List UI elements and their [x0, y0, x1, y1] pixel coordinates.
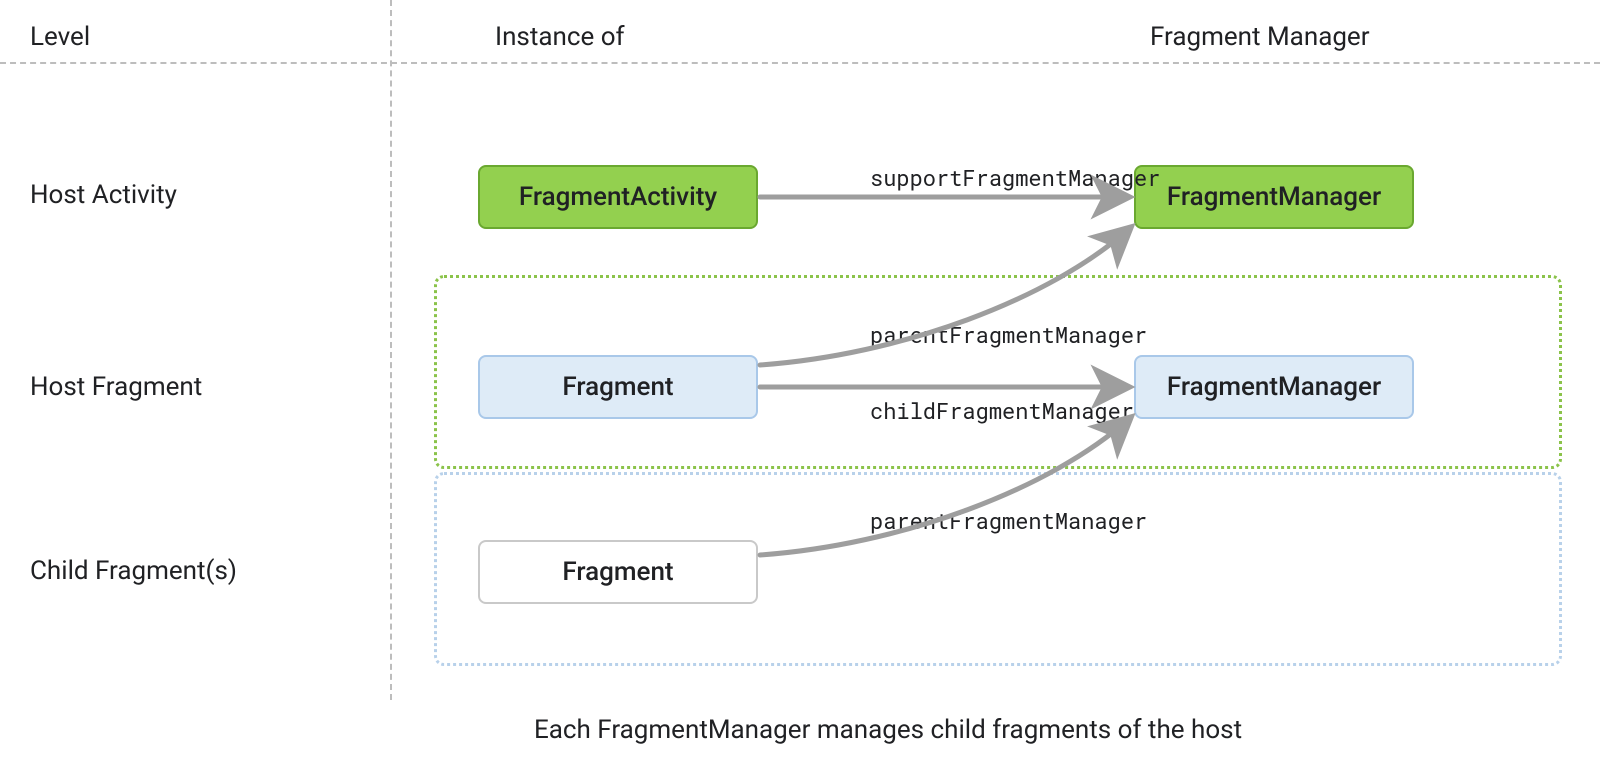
diagram-caption: Each FragmentManager manages child fragm… — [534, 715, 1242, 745]
header-fragment-manager: Fragment Manager — [1150, 22, 1370, 52]
node-host-fragment-manager: FragmentManager — [1134, 355, 1414, 419]
node-child-fragment: Fragment — [478, 540, 758, 604]
edge-label-child-fragment-manager: childFragmentManager — [870, 396, 1134, 425]
edge-label-parent-fragment-manager-1: parentFragmentManager — [870, 320, 1147, 349]
header-level: Level — [30, 22, 90, 52]
node-host-fragment: Fragment — [478, 355, 758, 419]
row-label-host-fragment: Host Fragment — [30, 372, 202, 402]
divider-horizontal — [0, 62, 1600, 64]
node-fragment-activity: FragmentActivity — [478, 165, 758, 229]
node-activity-fragment-manager: FragmentManager — [1134, 165, 1414, 229]
divider-vertical — [390, 0, 392, 700]
diagram-stage: Level Instance of Fragment Manager Host … — [0, 0, 1600, 774]
row-label-host-activity: Host Activity — [30, 180, 177, 210]
header-instance-of: Instance of — [495, 22, 625, 52]
row-label-child-fragments: Child Fragment(s) — [30, 556, 237, 586]
edge-label-support-fragment-manager: supportFragmentManager — [870, 163, 1160, 192]
edge-label-parent-fragment-manager-2: parentFragmentManager — [870, 506, 1147, 535]
